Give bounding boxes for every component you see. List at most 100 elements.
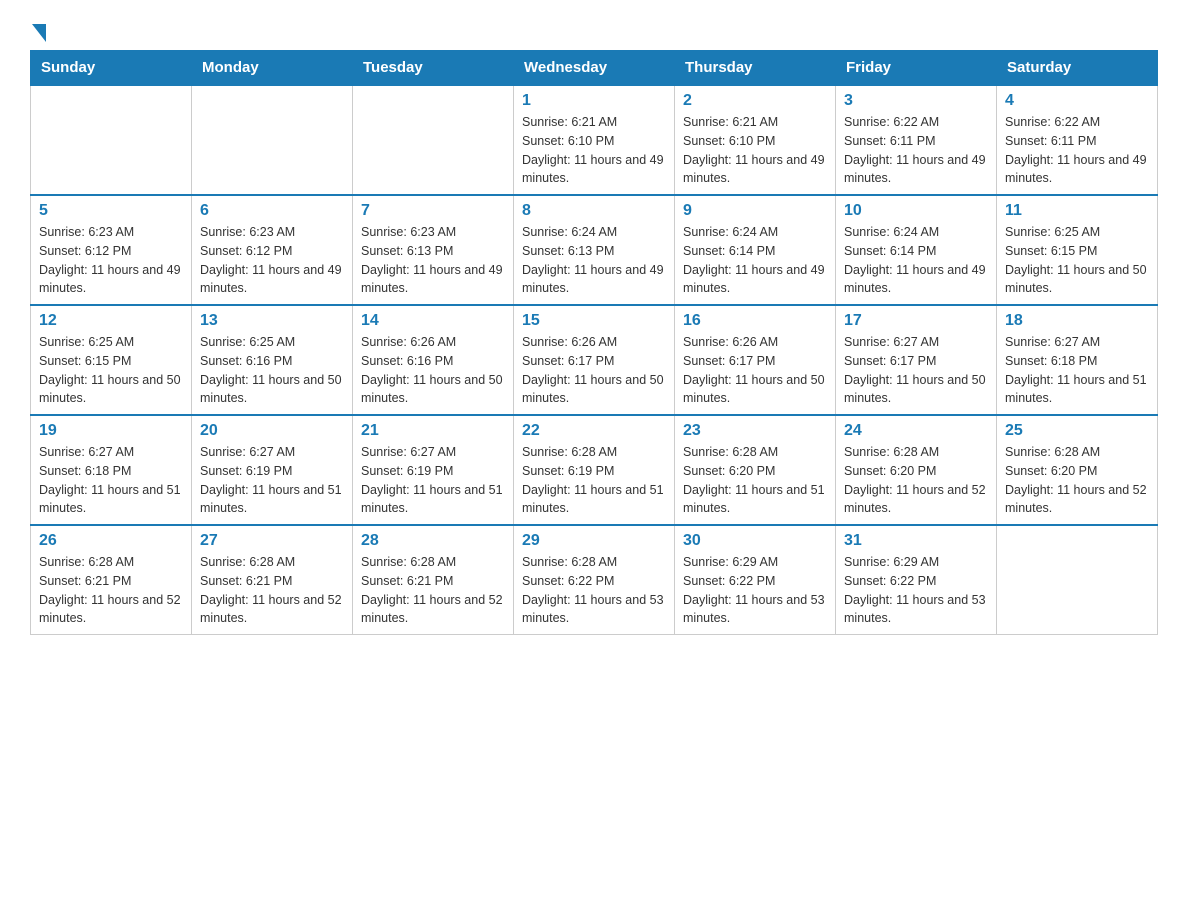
day-number: 18 <box>1005 312 1149 330</box>
day-number: 22 <box>522 422 666 440</box>
day-info: Sunrise: 6:29 AMSunset: 6:22 PMDaylight:… <box>844 553 988 628</box>
calendar-cell: 15Sunrise: 6:26 AMSunset: 6:17 PMDayligh… <box>514 305 675 415</box>
day-info: Sunrise: 6:27 AMSunset: 6:17 PMDaylight:… <box>844 333 988 408</box>
calendar-header-wednesday: Wednesday <box>514 51 675 86</box>
logo-triangle-icon <box>32 24 46 42</box>
calendar-cell: 8 Sunrise: 6:24 AMSunset: 6:13 PMDaylight… <box>514 195 675 305</box>
calendar-cell: 21 Sunrise: 6:27 AMSunset: 6:19 PMDayligh… <box>353 415 514 525</box>
calendar-cell <box>31 85 192 195</box>
day-info: Sunrise: 6:25 AMSunset: 6:16 PMDaylight:… <box>200 333 344 408</box>
calendar-cell <box>997 525 1158 635</box>
day-number: 8 <box>522 202 666 220</box>
day-number: 23 <box>683 422 827 440</box>
day-number: 1 <box>522 92 666 110</box>
day-number: 19 <box>39 422 183 440</box>
calendar-cell: 3Sunrise: 6:22 AMSunset: 6:11 PMDaylight… <box>836 85 997 195</box>
day-info: Sunrise: 6:28 AMSunset: 6:21 PMDaylight:… <box>361 553 505 628</box>
day-number: 6 <box>200 202 344 220</box>
calendar-cell: 16 Sunrise: 6:26 AMSunset: 6:17 PMDayligh… <box>675 305 836 415</box>
day-info: Sunrise: 6:23 AMSunset: 6:12 PMDaylight:… <box>200 223 344 298</box>
day-number: 29 <box>522 532 666 550</box>
calendar-header-sunday: Sunday <box>31 51 192 86</box>
day-info: Sunrise: 6:28 AMSunset: 6:20 PMDaylight:… <box>844 443 988 518</box>
day-number: 28 <box>361 532 505 550</box>
calendar-cell: 27 Sunrise: 6:28 AMSunset: 6:21 PMDayligh… <box>192 525 353 635</box>
calendar-week-row: 5Sunrise: 6:23 AMSunset: 6:12 PMDaylight… <box>31 195 1158 305</box>
day-number: 2 <box>683 92 827 110</box>
day-info: Sunrise: 6:28 AMSunset: 6:20 PMDaylight:… <box>683 443 827 518</box>
day-info: Sunrise: 6:23 AMSunset: 6:13 PMDaylight:… <box>361 223 505 298</box>
day-number: 11 <box>1005 202 1149 220</box>
day-info: Sunrise: 6:27 AMSunset: 6:19 PMDaylight:… <box>361 443 505 518</box>
day-number: 17 <box>844 312 988 330</box>
day-info: Sunrise: 6:27 AMSunset: 6:19 PMDaylight:… <box>200 443 344 518</box>
day-info: Sunrise: 6:22 AMSunset: 6:11 PMDaylight:… <box>844 113 988 188</box>
calendar-table: SundayMondayTuesdayWednesdayThursdayFrid… <box>30 50 1158 635</box>
calendar-cell: 19 Sunrise: 6:27 AMSunset: 6:18 PMDayligh… <box>31 415 192 525</box>
calendar-header-thursday: Thursday <box>675 51 836 86</box>
day-info: Sunrise: 6:21 AMSunset: 6:10 PMDaylight:… <box>522 113 666 188</box>
calendar-cell: 30 Sunrise: 6:29 AMSunset: 6:22 PMDayligh… <box>675 525 836 635</box>
calendar-cell <box>353 85 514 195</box>
day-number: 20 <box>200 422 344 440</box>
day-number: 10 <box>844 202 988 220</box>
day-info: Sunrise: 6:21 AMSunset: 6:10 PMDaylight:… <box>683 113 827 188</box>
day-info: Sunrise: 6:24 AMSunset: 6:14 PMDaylight:… <box>844 223 988 298</box>
calendar-cell: 7 Sunrise: 6:23 AMSunset: 6:13 PMDaylight… <box>353 195 514 305</box>
day-number: 26 <box>39 532 183 550</box>
calendar-header-friday: Friday <box>836 51 997 86</box>
day-info: Sunrise: 6:27 AMSunset: 6:18 PMDaylight:… <box>39 443 183 518</box>
day-number: 7 <box>361 202 505 220</box>
calendar-header-saturday: Saturday <box>997 51 1158 86</box>
calendar-cell: 29Sunrise: 6:28 AMSunset: 6:22 PMDayligh… <box>514 525 675 635</box>
day-info: Sunrise: 6:28 AMSunset: 6:21 PMDaylight:… <box>200 553 344 628</box>
day-number: 21 <box>361 422 505 440</box>
calendar-cell: 17 Sunrise: 6:27 AMSunset: 6:17 PMDayligh… <box>836 305 997 415</box>
day-number: 30 <box>683 532 827 550</box>
calendar-cell: 24 Sunrise: 6:28 AMSunset: 6:20 PMDayligh… <box>836 415 997 525</box>
calendar-header-monday: Monday <box>192 51 353 86</box>
day-info: Sunrise: 6:25 AMSunset: 6:15 PMDaylight:… <box>39 333 183 408</box>
day-info: Sunrise: 6:23 AMSunset: 6:12 PMDaylight:… <box>39 223 183 298</box>
calendar-week-row: 19 Sunrise: 6:27 AMSunset: 6:18 PMDayligh… <box>31 415 1158 525</box>
calendar-cell: 12 Sunrise: 6:25 AMSunset: 6:15 PMDayligh… <box>31 305 192 415</box>
day-info: Sunrise: 6:25 AMSunset: 6:15 PMDaylight:… <box>1005 223 1149 298</box>
day-info: Sunrise: 6:22 AMSunset: 6:11 PMDaylight:… <box>1005 113 1149 188</box>
calendar-cell: 13 Sunrise: 6:25 AMSunset: 6:16 PMDayligh… <box>192 305 353 415</box>
calendar-cell <box>192 85 353 195</box>
calendar-cell: 1 Sunrise: 6:21 AMSunset: 6:10 PMDaylight… <box>514 85 675 195</box>
day-number: 24 <box>844 422 988 440</box>
calendar-week-row: 1 Sunrise: 6:21 AMSunset: 6:10 PMDaylight… <box>31 85 1158 195</box>
calendar-cell: 14 Sunrise: 6:26 AMSunset: 6:16 PMDayligh… <box>353 305 514 415</box>
calendar-cell: 9Sunrise: 6:24 AMSunset: 6:14 PMDaylight… <box>675 195 836 305</box>
day-info: Sunrise: 6:24 AMSunset: 6:13 PMDaylight:… <box>522 223 666 298</box>
day-info: Sunrise: 6:29 AMSunset: 6:22 PMDaylight:… <box>683 553 827 628</box>
day-number: 13 <box>200 312 344 330</box>
day-number: 9 <box>683 202 827 220</box>
day-number: 16 <box>683 312 827 330</box>
calendar-week-row: 12 Sunrise: 6:25 AMSunset: 6:15 PMDayligh… <box>31 305 1158 415</box>
calendar-cell: 28 Sunrise: 6:28 AMSunset: 6:21 PMDayligh… <box>353 525 514 635</box>
page-header <box>30 20 1158 40</box>
calendar-cell: 4 Sunrise: 6:22 AMSunset: 6:11 PMDaylight… <box>997 85 1158 195</box>
day-info: Sunrise: 6:28 AMSunset: 6:21 PMDaylight:… <box>39 553 183 628</box>
calendar-header-tuesday: Tuesday <box>353 51 514 86</box>
day-number: 31 <box>844 532 988 550</box>
calendar-cell: 23 Sunrise: 6:28 AMSunset: 6:20 PMDayligh… <box>675 415 836 525</box>
day-number: 12 <box>39 312 183 330</box>
day-info: Sunrise: 6:27 AMSunset: 6:18 PMDaylight:… <box>1005 333 1149 408</box>
calendar-cell: 5Sunrise: 6:23 AMSunset: 6:12 PMDaylight… <box>31 195 192 305</box>
calendar-week-row: 26 Sunrise: 6:28 AMSunset: 6:21 PMDayligh… <box>31 525 1158 635</box>
day-number: 27 <box>200 532 344 550</box>
calendar-cell: 31 Sunrise: 6:29 AMSunset: 6:22 PMDayligh… <box>836 525 997 635</box>
calendar-cell: 11 Sunrise: 6:25 AMSunset: 6:15 PMDayligh… <box>997 195 1158 305</box>
day-info: Sunrise: 6:26 AMSunset: 6:17 PMDaylight:… <box>683 333 827 408</box>
calendar-cell: 22Sunrise: 6:28 AMSunset: 6:19 PMDayligh… <box>514 415 675 525</box>
day-number: 14 <box>361 312 505 330</box>
day-number: 4 <box>1005 92 1149 110</box>
calendar-cell: 10 Sunrise: 6:24 AMSunset: 6:14 PMDayligh… <box>836 195 997 305</box>
calendar-cell: 25Sunrise: 6:28 AMSunset: 6:20 PMDayligh… <box>997 415 1158 525</box>
calendar-cell: 26 Sunrise: 6:28 AMSunset: 6:21 PMDayligh… <box>31 525 192 635</box>
day-number: 25 <box>1005 422 1149 440</box>
day-info: Sunrise: 6:26 AMSunset: 6:16 PMDaylight:… <box>361 333 505 408</box>
